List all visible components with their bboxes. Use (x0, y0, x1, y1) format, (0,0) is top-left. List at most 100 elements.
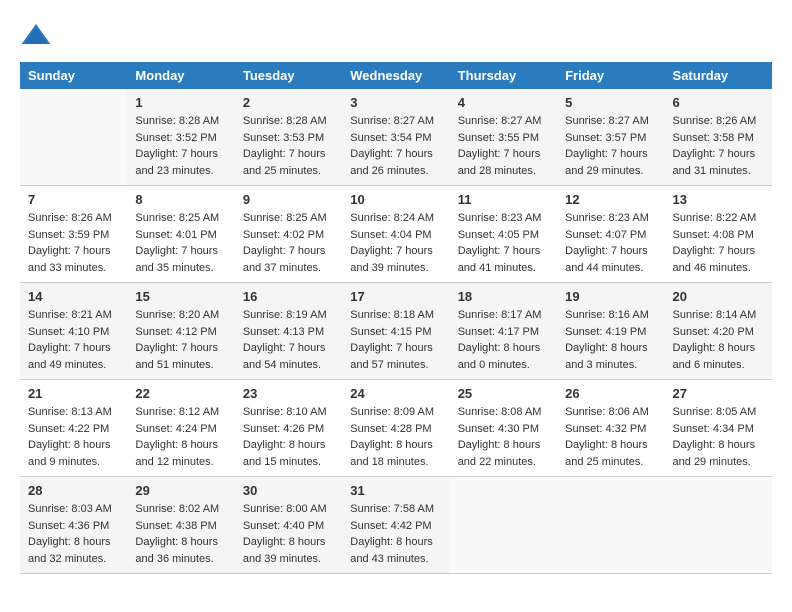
day-info: Sunrise: 8:25 AMSunset: 4:02 PMDaylight:… (243, 210, 334, 276)
calendar-cell: 3 Sunrise: 8:27 AMSunset: 3:54 PMDaylight… (342, 89, 449, 186)
day-info: Sunrise: 8:03 AMSunset: 4:36 PMDaylight:… (28, 501, 119, 567)
calendar-cell: 2 Sunrise: 8:28 AMSunset: 3:53 PMDaylight… (235, 89, 342, 186)
calendar-cell: 9 Sunrise: 8:25 AMSunset: 4:02 PMDaylight… (235, 186, 342, 283)
day-info: Sunrise: 8:05 AMSunset: 4:34 PMDaylight:… (673, 404, 764, 470)
day-number: 9 (243, 192, 334, 207)
calendar-cell: 22 Sunrise: 8:12 AMSunset: 4:24 PMDayligh… (127, 380, 234, 477)
day-number: 13 (673, 192, 764, 207)
day-number: 7 (28, 192, 119, 207)
day-number: 17 (350, 289, 441, 304)
day-info: Sunrise: 8:28 AMSunset: 3:53 PMDaylight:… (243, 113, 334, 179)
calendar-cell: 17Sunrise: 8:18 AMSunset: 4:15 PMDayligh… (342, 283, 449, 380)
day-number: 16 (243, 289, 334, 304)
calendar-cell: 15 Sunrise: 8:20 AMSunset: 4:12 PMDayligh… (127, 283, 234, 380)
calendar-table: SundayMondayTuesdayWednesdayThursdayFrid… (20, 62, 772, 574)
calendar-cell: 7 Sunrise: 8:26 AMSunset: 3:59 PMDaylight… (20, 186, 127, 283)
day-info: Sunrise: 7:58 AMSunset: 4:42 PMDaylight:… (350, 501, 441, 567)
day-number: 27 (673, 386, 764, 401)
day-info: Sunrise: 8:17 AMSunset: 4:17 PMDaylight:… (458, 307, 549, 373)
day-number: 24 (350, 386, 441, 401)
day-info: Sunrise: 8:24 AMSunset: 4:04 PMDaylight:… (350, 210, 441, 276)
calendar-cell: 14 Sunrise: 8:21 AMSunset: 4:10 PMDayligh… (20, 283, 127, 380)
day-number: 18 (458, 289, 549, 304)
day-info: Sunrise: 8:12 AMSunset: 4:24 PMDaylight:… (135, 404, 226, 470)
weekday-header-tuesday: Tuesday (235, 62, 342, 89)
weekday-header-monday: Monday (127, 62, 234, 89)
calendar-cell: 18 Sunrise: 8:17 AMSunset: 4:17 PMDayligh… (450, 283, 557, 380)
weekday-header-sunday: Sunday (20, 62, 127, 89)
calendar-cell: 24 Sunrise: 8:09 AMSunset: 4:28 PMDayligh… (342, 380, 449, 477)
day-number: 1 (135, 95, 226, 110)
calendar-cell: 29 Sunrise: 8:02 AMSunset: 4:38 PMDayligh… (127, 477, 234, 574)
calendar-cell: 10 Sunrise: 8:24 AMSunset: 4:04 PMDayligh… (342, 186, 449, 283)
day-number: 8 (135, 192, 226, 207)
calendar-cell: 23Sunrise: 8:10 AMSunset: 4:26 PMDayligh… (235, 380, 342, 477)
calendar-cell: 21Sunrise: 8:13 AMSunset: 4:22 PMDayligh… (20, 380, 127, 477)
calendar-cell: 27 Sunrise: 8:05 AMSunset: 4:34 PMDayligh… (665, 380, 772, 477)
calendar-week-row: 14 Sunrise: 8:21 AMSunset: 4:10 PMDayligh… (20, 283, 772, 380)
calendar-cell: 16 Sunrise: 8:19 AMSunset: 4:13 PMDayligh… (235, 283, 342, 380)
day-number: 6 (673, 95, 764, 110)
calendar-cell: 8 Sunrise: 8:25 AMSunset: 4:01 PMDaylight… (127, 186, 234, 283)
calendar-cell: 6 Sunrise: 8:26 AMSunset: 3:58 PMDaylight… (665, 89, 772, 186)
day-info: Sunrise: 8:19 AMSunset: 4:13 PMDaylight:… (243, 307, 334, 373)
day-number: 25 (458, 386, 549, 401)
day-number: 3 (350, 95, 441, 110)
day-info: Sunrise: 8:00 AMSunset: 4:40 PMDaylight:… (243, 501, 334, 567)
calendar-week-row: 21Sunrise: 8:13 AMSunset: 4:22 PMDayligh… (20, 380, 772, 477)
day-number: 22 (135, 386, 226, 401)
day-info: Sunrise: 8:08 AMSunset: 4:30 PMDaylight:… (458, 404, 549, 470)
day-info: Sunrise: 8:27 AMSunset: 3:57 PMDaylight:… (565, 113, 656, 179)
day-info: Sunrise: 8:14 AMSunset: 4:20 PMDaylight:… (673, 307, 764, 373)
calendar-cell: 1 Sunrise: 8:28 AMSunset: 3:52 PMDaylight… (127, 89, 234, 186)
day-number: 10 (350, 192, 441, 207)
day-info: Sunrise: 8:16 AMSunset: 4:19 PMDaylight:… (565, 307, 656, 373)
day-number: 11 (458, 192, 549, 207)
day-number: 4 (458, 95, 549, 110)
day-info: Sunrise: 8:09 AMSunset: 4:28 PMDaylight:… (350, 404, 441, 470)
calendar-cell (450, 477, 557, 574)
day-number: 12 (565, 192, 656, 207)
day-number: 29 (135, 483, 226, 498)
day-info: Sunrise: 8:28 AMSunset: 3:52 PMDaylight:… (135, 113, 226, 179)
day-number: 5 (565, 95, 656, 110)
day-info: Sunrise: 8:26 AMSunset: 3:59 PMDaylight:… (28, 210, 119, 276)
calendar-cell (665, 477, 772, 574)
day-number: 21 (28, 386, 119, 401)
day-number: 26 (565, 386, 656, 401)
day-number: 2 (243, 95, 334, 110)
logo (20, 20, 56, 52)
calendar-week-row: 28 Sunrise: 8:03 AMSunset: 4:36 PMDayligh… (20, 477, 772, 574)
day-info: Sunrise: 8:22 AMSunset: 4:08 PMDaylight:… (673, 210, 764, 276)
day-info: Sunrise: 8:27 AMSunset: 3:54 PMDaylight:… (350, 113, 441, 179)
day-info: Sunrise: 8:26 AMSunset: 3:58 PMDaylight:… (673, 113, 764, 179)
day-info: Sunrise: 8:20 AMSunset: 4:12 PMDaylight:… (135, 307, 226, 373)
day-number: 14 (28, 289, 119, 304)
day-number: 20 (673, 289, 764, 304)
calendar-cell: 20 Sunrise: 8:14 AMSunset: 4:20 PMDayligh… (665, 283, 772, 380)
calendar-cell (20, 89, 127, 186)
day-info: Sunrise: 8:10 AMSunset: 4:26 PMDaylight:… (243, 404, 334, 470)
weekday-header-friday: Friday (557, 62, 664, 89)
calendar-cell: 26Sunrise: 8:06 AMSunset: 4:32 PMDayligh… (557, 380, 664, 477)
calendar-cell: 28 Sunrise: 8:03 AMSunset: 4:36 PMDayligh… (20, 477, 127, 574)
calendar-cell: 4 Sunrise: 8:27 AMSunset: 3:55 PMDaylight… (450, 89, 557, 186)
calendar-cell: 12 Sunrise: 8:23 AMSunset: 4:07 PMDayligh… (557, 186, 664, 283)
weekday-header-saturday: Saturday (665, 62, 772, 89)
day-number: 30 (243, 483, 334, 498)
calendar-cell: 13 Sunrise: 8:22 AMSunset: 4:08 PMDayligh… (665, 186, 772, 283)
logo-icon (20, 20, 52, 52)
calendar-week-row: 7 Sunrise: 8:26 AMSunset: 3:59 PMDaylight… (20, 186, 772, 283)
day-info: Sunrise: 8:23 AMSunset: 4:05 PMDaylight:… (458, 210, 549, 276)
calendar-week-row: 1 Sunrise: 8:28 AMSunset: 3:52 PMDaylight… (20, 89, 772, 186)
day-info: Sunrise: 8:25 AMSunset: 4:01 PMDaylight:… (135, 210, 226, 276)
day-number: 15 (135, 289, 226, 304)
calendar-cell: 5 Sunrise: 8:27 AMSunset: 3:57 PMDaylight… (557, 89, 664, 186)
page-header (20, 20, 772, 52)
day-number: 28 (28, 483, 119, 498)
day-info: Sunrise: 8:21 AMSunset: 4:10 PMDaylight:… (28, 307, 119, 373)
day-info: Sunrise: 8:27 AMSunset: 3:55 PMDaylight:… (458, 113, 549, 179)
calendar-cell: 25 Sunrise: 8:08 AMSunset: 4:30 PMDayligh… (450, 380, 557, 477)
day-info: Sunrise: 8:23 AMSunset: 4:07 PMDaylight:… (565, 210, 656, 276)
day-info: Sunrise: 8:02 AMSunset: 4:38 PMDaylight:… (135, 501, 226, 567)
